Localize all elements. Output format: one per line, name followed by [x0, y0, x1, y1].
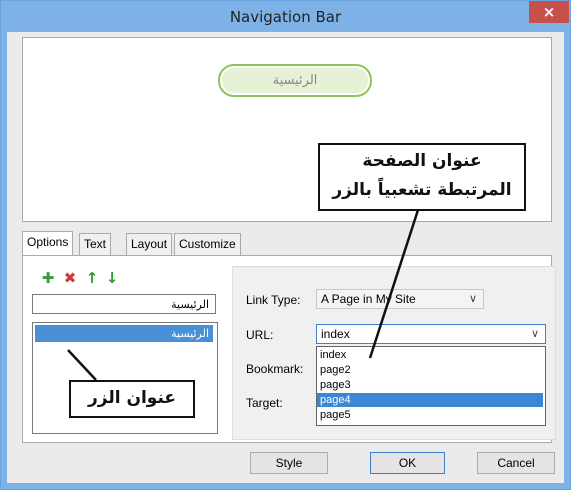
page-title-arrow [368, 209, 420, 359]
page-title-callout: عنوان الصفحة المرتبطة تشعبياً بالزر [318, 143, 526, 211]
button-title-callout: عنوان الزر [69, 380, 195, 418]
button-title-arrow [67, 349, 97, 381]
page-title-callout-line1: عنوان الصفحة [362, 151, 482, 171]
page-title-callout-line2: المرتبطة تشعبياً بالزر [332, 180, 512, 200]
